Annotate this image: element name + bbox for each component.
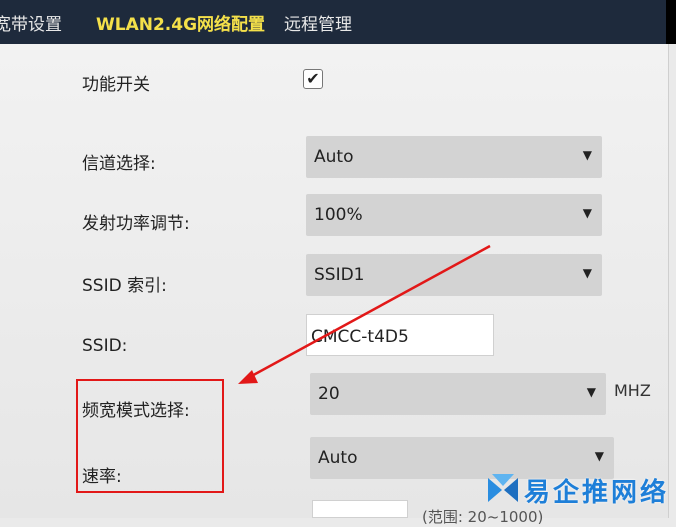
annotation-arrow-icon (238, 244, 491, 384)
watermark: 易企推网络 (484, 466, 674, 516)
watermark-text: 易企推网络 (524, 478, 670, 508)
watermark-logo-icon (488, 474, 518, 502)
